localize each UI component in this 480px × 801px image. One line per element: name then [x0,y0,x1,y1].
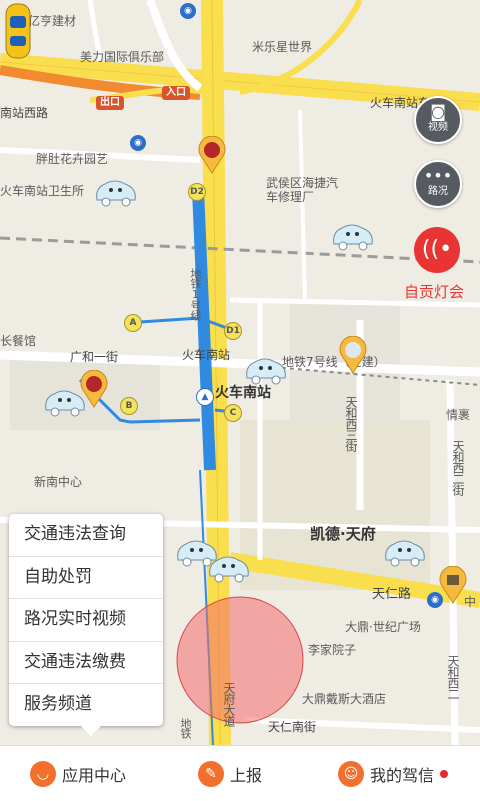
user-icon: ☺ [338,760,364,787]
tab-report[interactable]: ✎ 上报 [198,746,262,801]
live-broadcast-button[interactable]: ((• [414,227,460,273]
map-view[interactable]: 亿亨建材 美力国际俱乐部 米乐星世界 南站西路 火车南站东 胖肚花卉园艺 火车南… [0,0,480,745]
tab-my-driving[interactable]: ☺ 我的驾信 [338,746,449,801]
my-car-icon [5,3,31,59]
poi-canguan: 长餐馆 [0,334,37,348]
congestion-pin-icon[interactable] [338,336,368,374]
menu-item-violation-query[interactable]: 交通违法查询 [9,514,163,557]
road-metro-south: 地铁 [179,718,192,738]
car-face-icon: ◡ [30,760,56,787]
metro-exit-b[interactable]: B [120,397,138,415]
menu-item-self-penalty[interactable]: 自助处罚 [9,557,163,599]
road-guanghe: 广和一街 [70,350,119,364]
station-huochenan[interactable]: 火车南站 [215,386,271,400]
broadcast-icon: ((• [421,237,453,262]
exit-marker: 出口 [96,96,124,110]
tab-report-label: 上报 [230,765,263,785]
bottom-tab-bar: ◡ 应用中心 ✎ 上报 ☺ 我的驾信 [0,745,480,801]
video-camera-icon: ◙ [430,102,446,121]
road-subway7: 地铁7号线（在建） [282,355,386,369]
bus-stop-icon[interactable]: ◉ [180,3,196,19]
poi-pangdu: 胖肚花卉园艺 [36,152,109,166]
tab-app-center[interactable]: ◡ 应用中心 [30,746,126,801]
poi-lijia: 李家院子 [308,643,357,657]
car-marker-icon[interactable] [330,220,376,252]
road-tianren: 天仁路 [372,587,412,602]
train-station-icon: ▲ [196,388,214,406]
menu-item-violation-payment[interactable]: 交通违法缴费 [9,642,163,684]
tab-app-center-label: 应用中心 [62,765,127,785]
metro-exit-c[interactable]: C [224,404,242,422]
metro-exit-d1[interactable]: D1 [224,322,242,340]
car-marker-icon[interactable] [382,536,428,568]
poi-mixing: 米乐星世界 [252,40,313,54]
live-broadcast-label[interactable]: 自贡灯会 [404,281,464,302]
accident-pin-icon[interactable] [79,370,109,408]
metro-exit-a[interactable]: A [124,314,142,332]
road-tianhe-xi2-south: 天和西二 [446,655,460,699]
car-marker-icon[interactable] [243,354,289,386]
tab-my-driving-label: 我的驾信 [370,765,435,785]
service-menu: 交通违法查询 自助处罚 路况实时视频 交通违法缴费 服务频道 [9,514,163,735]
menu-item-live-traffic-video[interactable]: 路况实时视频 [9,599,163,642]
traffic-button-label: 路况 [428,186,448,197]
traffic-dots-icon: ••• [423,166,453,185]
notification-dot [440,769,449,778]
road-tianhe-xi3: 天和西三街 [344,396,358,451]
car-marker-icon[interactable] [93,176,139,208]
car-marker-icon[interactable] [206,552,252,584]
accident-pin-icon[interactable] [197,136,227,174]
poi-dading-hotel: 大鼎戴斯大酒店 [302,692,387,706]
poi-dading-shiji: 大鼎·世纪广场 [345,620,421,634]
road-tianren-nan: 天仁南街 [268,720,317,734]
poi-qinghe: 情裹 [446,408,471,422]
poi-meili: 美力国际俱乐部 [80,50,165,64]
video-button[interactable]: ◙ 视频 [414,96,462,144]
menu-item-service-channel[interactable]: 服务频道 [9,684,163,726]
bus-stop-icon[interactable]: ◉ [130,135,146,151]
video-button-label: 视频 [428,122,448,133]
road-tianhe-xi2: 天和西二街 [451,440,465,495]
poi-wuhou: 武侯区海捷汽车修理厂 [266,176,339,204]
pencil-icon: ✎ [198,760,224,787]
poi-kaide: 凯德·天府 [310,525,376,543]
traffic-button[interactable]: ••• 路况 [414,160,462,208]
road-huochenan-xi: 南站西路 [0,106,49,120]
road-metro-line1: 地铁1号线 [189,268,202,320]
construction-pin-icon[interactable] [438,566,468,604]
poi-xinnan: 新南中心 [34,475,83,489]
poi-weisheng: 火车南站卫生所 [0,184,85,198]
entry-marker: 入口 [162,86,190,100]
metro-exit-d2[interactable]: D2 [188,183,206,201]
road-tianfu-dadao: 天府大道 [222,682,236,726]
road-huochenan-station-road: 火车南站 [182,348,231,362]
